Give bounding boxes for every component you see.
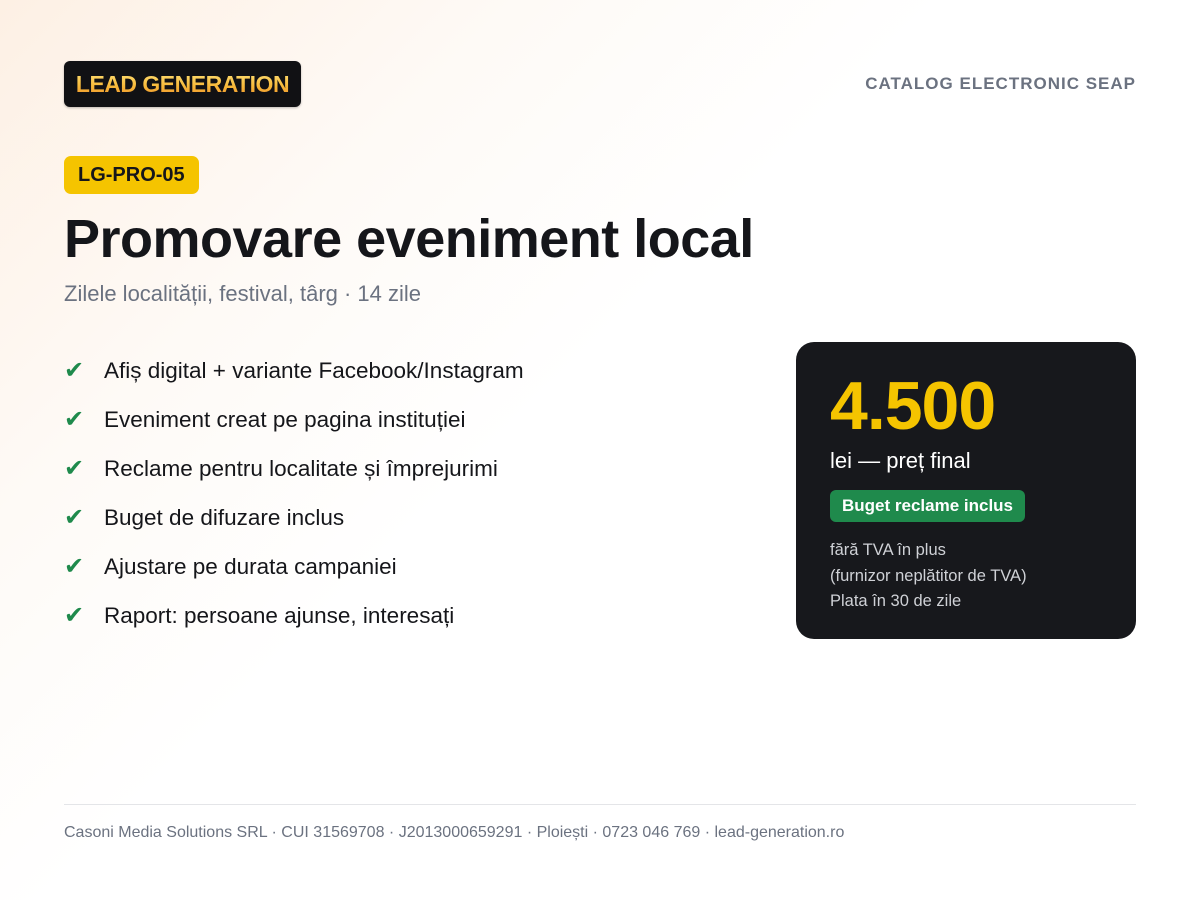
feature-item: ✔ Afiș digital + variante Facebook/Insta… [64,346,524,395]
price-card: 4.500 lei — preț final Buget reclame inc… [796,342,1136,639]
price-label: lei — preț final [830,448,971,473]
feature-item: ✔ Ajustare pe durata campaniei [64,542,524,591]
feature-list: ✔ Afiș digital + variante Facebook/Insta… [64,346,524,640]
feature-item: ✔ Eveniment creat pe pagina instituției [64,395,524,444]
price-value: 4.500 [830,368,996,444]
feature-text: Eveniment creat pe pagina instituției [104,406,466,432]
check-icon: ✔ [64,454,85,482]
page-title: Promovare eveniment local [64,209,754,269]
brand-logo: LEAD GENERATION [64,61,301,107]
feature-item: ✔ Reclame pentru localitate și împrejuri… [64,444,524,493]
price-note: Plata în 30 de zile [830,592,962,610]
product-code-badge: LG-PRO-05 [64,156,199,194]
footer-company-info: Casoni Media Solutions SRL · CUI 3156970… [64,824,845,841]
logo-text: LEAD GENERATION [75,70,290,97]
catalog-label: CATALOG ELECTRONIC SEAP [865,74,1136,93]
ad-budget-badge: Buget reclame inclus [830,490,1026,522]
check-icon: ✔ [64,356,85,384]
footer-divider [64,804,1136,805]
feature-text: Raport: persoane ajunse, interesați [104,602,455,628]
feature-text: Buget de difuzare inclus [104,504,345,530]
check-icon: ✔ [64,552,85,580]
feature-text: Ajustare pe durata campaniei [104,553,397,579]
price-note: (furnizor neplătitor de TVA) [830,566,1027,585]
check-icon: ✔ [64,503,85,531]
feature-item: ✔ Raport: persoane ajunse, interesați [64,591,524,640]
page-subtitle: Zilele localității, festival, târg · 14 … [64,281,422,306]
feature-text: Reclame pentru localitate și împrejurimi [104,455,498,481]
check-icon: ✔ [64,601,85,629]
price-notes: fără TVA în plus (furnizor neplătitor de… [830,538,1102,615]
price-note: fără TVA în plus [830,541,946,559]
feature-text: Afiș digital + variante Facebook/Instagr… [104,357,524,383]
feature-item: ✔ Buget de difuzare inclus [64,493,524,542]
check-icon: ✔ [64,405,85,433]
